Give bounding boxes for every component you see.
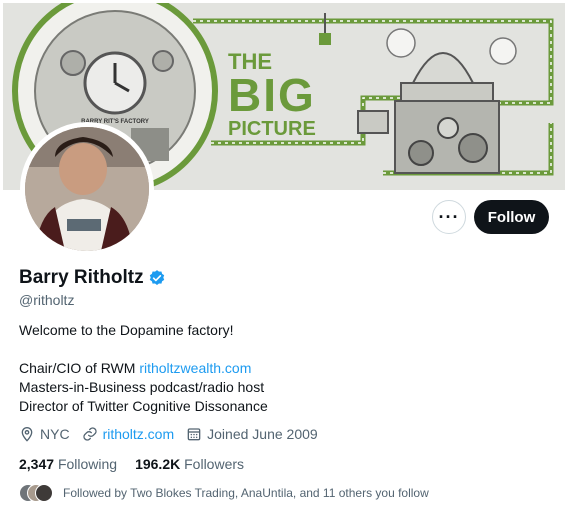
website-item[interactable]: ritholtz.com <box>82 426 175 442</box>
display-name: Barry Ritholtz <box>19 267 144 288</box>
followers-label: Followers <box>184 456 245 472</box>
followers-count: 196.2K <box>135 456 181 472</box>
bio-line: Chair/CIO of RWM ritholtzwealth.com <box>19 359 268 378</box>
link-icon <box>82 427 97 441</box>
verified-badge-icon[interactable] <box>148 269 166 287</box>
joined-item: Joined June 2009 <box>186 426 318 442</box>
profile-bio: Welcome to the Dopamine factory! Chair/C… <box>19 321 268 416</box>
website-link[interactable]: ritholtz.com <box>103 426 175 442</box>
following-count: 2,347 <box>19 456 55 472</box>
calendar-icon <box>187 428 201 441</box>
banner-title-picture: PICTURE <box>228 118 316 140</box>
location-pin-icon <box>21 427 33 442</box>
avatar <box>35 484 53 502</box>
avatar-photo <box>25 127 149 251</box>
follow-button[interactable]: Follow <box>474 200 549 234</box>
profile-handle: @ritholtz <box>19 292 75 308</box>
followers-stat[interactable]: 196.2K Followers <box>135 456 244 472</box>
follow-stats: 2,347 Following 196.2K Followers <box>19 456 262 472</box>
bio-website-link[interactable]: ritholtzwealth.com <box>139 360 251 376</box>
follow-button-label: Follow <box>487 208 536 226</box>
location-text: NYC <box>40 426 70 442</box>
profile-name-row: Barry Ritholtz <box>19 267 166 289</box>
followed-by-row[interactable]: Followed by Two Blokes Trading, AnaUntil… <box>19 484 429 502</box>
bio-spacer <box>19 340 268 359</box>
mutual-avatars <box>19 484 53 502</box>
profile-meta: NYC ritholtz.com Joined June 2009 <box>19 426 330 442</box>
profile-avatar[interactable] <box>20 122 154 256</box>
location-item: NYC <box>19 426 70 442</box>
more-options-button[interactable]: ··· <box>432 200 466 234</box>
joined-date: Joined June 2009 <box>207 426 318 442</box>
following-label: Following <box>57 456 118 472</box>
bio-line: Welcome to the Dopamine factory! <box>19 322 234 338</box>
banner-title-big: BIG <box>228 69 316 121</box>
bio-line: Masters-in-Business podcast/radio host <box>19 379 265 395</box>
following-stat[interactable]: 2,347 Following <box>19 456 117 472</box>
followed-by-text: Followed by Two Blokes Trading, AnaUntil… <box>63 486 429 500</box>
bio-line: Director of Twitter Cognitive Dissonance <box>19 398 268 414</box>
bio-line-prefix: Chair/CIO of RWM <box>19 360 140 376</box>
more-options-icon: ··· <box>438 206 460 227</box>
